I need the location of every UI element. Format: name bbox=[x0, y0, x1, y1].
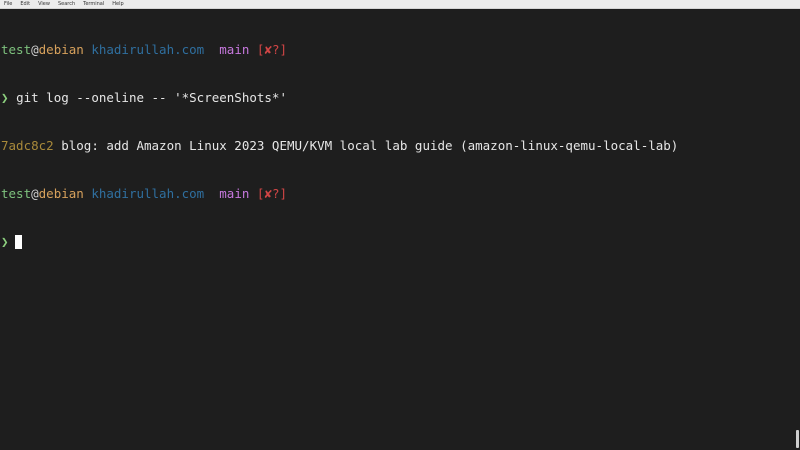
commit-hash: 7adc8c2 bbox=[1, 138, 54, 153]
command-line: ❯ git log --oneline -- '*ScreenShots*' bbox=[1, 90, 794, 106]
menu-bar: File Edit View Search Terminal Help bbox=[0, 0, 800, 9]
prompt-branch: main bbox=[219, 186, 250, 201]
git-log-output-line: 7adc8c2 blog: add Amazon Linux 2023 QEMU… bbox=[1, 138, 794, 154]
menu-edit[interactable]: Edit bbox=[20, 0, 30, 9]
scrollbar[interactable] bbox=[794, 10, 800, 450]
scrollbar-thumb[interactable] bbox=[796, 430, 799, 448]
prompt-branch: main bbox=[219, 42, 250, 57]
prompt-arrow-icon: ❯ bbox=[1, 234, 9, 249]
prompt-domain: khadirullah.com bbox=[91, 42, 205, 57]
prompt-status: [✘?] bbox=[256, 186, 288, 201]
prompt-arrow-icon: ❯ bbox=[1, 90, 9, 105]
prompt-user: test bbox=[1, 186, 32, 201]
command-text: git log --oneline -- '*ScreenShots*' bbox=[16, 90, 287, 105]
menu-terminal[interactable]: Terminal bbox=[83, 0, 104, 9]
text-cursor bbox=[14, 235, 22, 249]
menu-view[interactable]: View bbox=[38, 0, 50, 9]
input-line[interactable]: ❯ bbox=[1, 234, 794, 250]
menu-file[interactable]: File bbox=[4, 0, 12, 9]
prompt-line-1: test @ debian khadirullah.com main [✘?] bbox=[1, 42, 794, 58]
menu-search[interactable]: Search bbox=[58, 0, 75, 9]
menu-help[interactable]: Help bbox=[112, 0, 123, 9]
commit-message: blog: add Amazon Linux 2023 QEMU/KVM loc… bbox=[61, 138, 679, 153]
prompt-host: debian bbox=[38, 186, 84, 201]
prompt-domain: khadirullah.com bbox=[91, 186, 205, 201]
prompt-status: [✘?] bbox=[256, 42, 288, 57]
prompt-user: test bbox=[1, 42, 32, 57]
terminal-area[interactable]: test @ debian khadirullah.com main [✘?] ❯ … bbox=[0, 10, 794, 450]
prompt-at: @ bbox=[31, 42, 39, 57]
prompt-host: debian bbox=[38, 42, 84, 57]
prompt-line-2: test @ debian khadirullah.com main [✘?] bbox=[1, 186, 794, 202]
prompt-at: @ bbox=[31, 186, 39, 201]
